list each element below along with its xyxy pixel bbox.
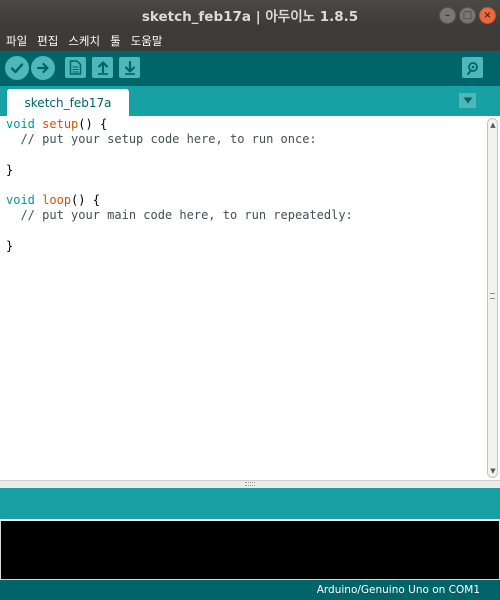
verify-icon — [10, 63, 24, 74]
code-line-1-rest: () { — [78, 117, 108, 131]
scroll-up-icon[interactable]: ▲ — [489, 121, 497, 129]
save-button[interactable] — [119, 57, 140, 78]
menu-sketch[interactable]: 스케치 — [68, 33, 100, 49]
code-text[interactable]: void setup() { // put your setup code he… — [6, 117, 353, 254]
maximize-button[interactable]: □ — [459, 7, 476, 24]
keyword-void: void — [6, 193, 35, 208]
menu-tools[interactable]: 툴 — [110, 33, 121, 49]
new-sketch-button[interactable] — [65, 57, 86, 78]
save-icon — [124, 60, 135, 75]
scroll-grip[interactable] — [490, 293, 495, 299]
editor-scrollbar[interactable]: ▲ ▼ — [487, 118, 498, 478]
window-controls: – □ × — [439, 7, 496, 24]
serial-monitor-button[interactable] — [462, 57, 483, 78]
upload-button[interactable] — [31, 56, 55, 80]
code-editor[interactable]: void setup() { // put your setup code he… — [0, 116, 500, 480]
tab-sketch[interactable]: sketch_feb17a — [7, 89, 129, 116]
menu-help[interactable]: 도움말 — [131, 33, 163, 49]
upload-icon — [36, 62, 49, 74]
tab-bar: sketch_feb17a — [0, 86, 500, 116]
close-icon: × — [483, 9, 492, 21]
code-line-6: void loop() { — [6, 193, 100, 207]
keyword-void: void — [6, 117, 35, 131]
scroll-down-icon[interactable]: ▼ — [489, 467, 497, 475]
code-line-7-comment: // put your main code here, to run repea… — [6, 208, 353, 223]
console-output[interactable] — [0, 519, 500, 580]
code-line-2-comment: // put your setup code here, to run once… — [6, 132, 317, 147]
window-titlebar: sketch_feb17a | 아두이노 1.8.5 – □ × — [0, 0, 500, 30]
verify-button[interactable] — [5, 56, 29, 80]
code-line-6-rest: () { — [71, 193, 100, 208]
serial-monitor-icon — [466, 61, 478, 75]
menu-bar: 파일 편집 스케치 툴 도움말 — [0, 30, 500, 51]
open-button[interactable] — [92, 57, 113, 78]
tab-menu-button[interactable] — [459, 93, 476, 108]
tab-label: sketch_feb17a — [24, 95, 112, 110]
status-bar: Arduino/Genuino Uno on COM1 — [0, 580, 500, 600]
window-title: sketch_feb17a | 아두이노 1.8.5 — [141, 9, 359, 25]
chevron-down-icon — [463, 97, 472, 104]
minimize-icon: – — [445, 9, 450, 21]
code-line-9: } — [6, 238, 14, 253]
toolbar — [0, 51, 500, 86]
code-line-1: void setup() { — [6, 117, 107, 131]
open-icon — [97, 61, 108, 75]
function-setup: setup — [42, 117, 79, 131]
new-icon — [69, 60, 82, 75]
close-button[interactable]: × — [479, 7, 496, 24]
board-port-status: Arduino/Genuino Uno on COM1 — [316, 584, 480, 596]
message-area — [0, 488, 500, 519]
minimize-button[interactable]: – — [439, 7, 456, 24]
maximize-icon: □ — [462, 9, 473, 21]
menu-edit[interactable]: 편집 — [37, 33, 58, 49]
function-loop: loop — [42, 193, 72, 208]
split-divider[interactable] — [0, 480, 500, 488]
menu-file[interactable]: 파일 — [6, 33, 27, 49]
divider-grip[interactable] — [245, 482, 255, 486]
code-line-4: } — [6, 162, 14, 177]
